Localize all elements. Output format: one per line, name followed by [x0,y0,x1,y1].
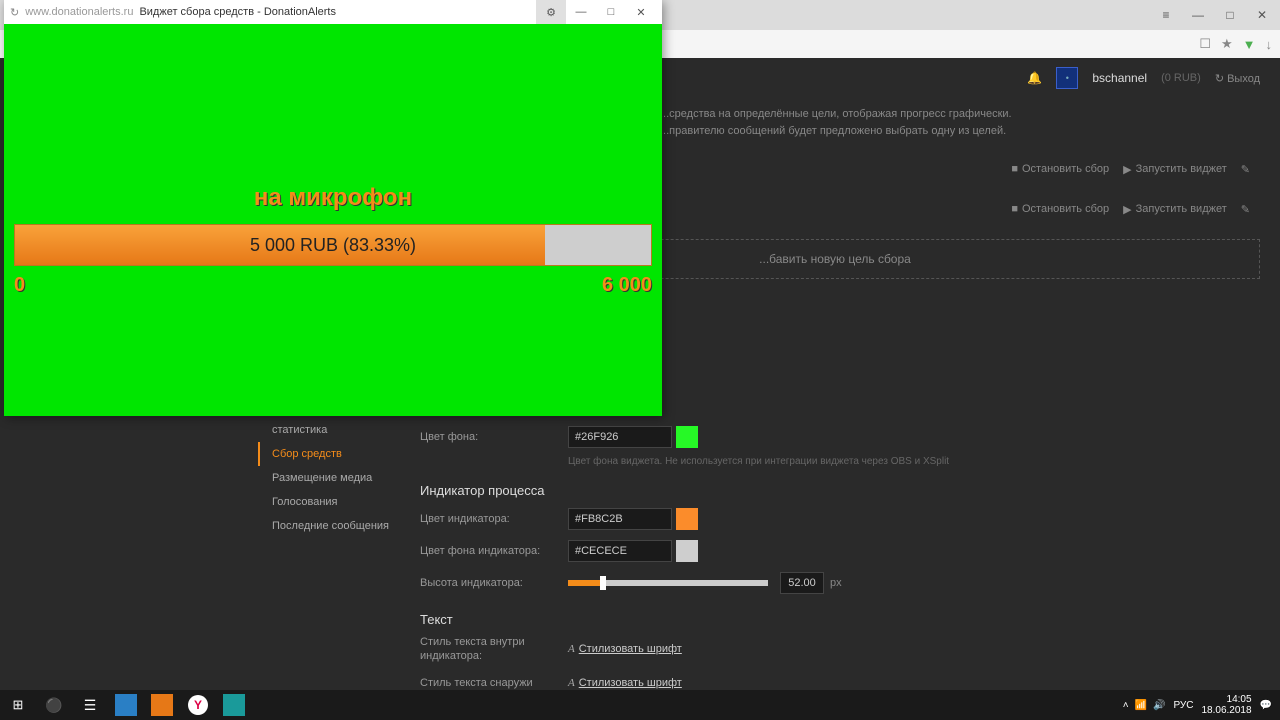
taskbar-app-teal[interactable] [216,690,252,720]
px-label: px [830,577,842,589]
bg-color-hint: Цвет фона виджета. Не используется при и… [568,456,1260,467]
taskbar-app-store[interactable] [108,690,144,720]
indicator-color-label: Цвет индикатора: [420,513,568,525]
sidebar-item-stats[interactable]: статистика [258,418,408,442]
tray-chevron-icon[interactable]: ˄ [1123,700,1129,711]
font-icon: A [568,643,575,655]
task-view-icon[interactable]: ☰ [72,690,108,720]
balance: (0 RUB) [1161,72,1201,84]
popup-minimize-button[interactable]: — [566,0,596,24]
text-outside-label: Стиль текста снаружи [420,677,568,689]
widget-preview-window: ↻ www.donationalerts.ru Виджет сбора сре… [4,0,662,416]
edit-icon[interactable]: ✎ [1241,163,1250,176]
shield-icon[interactable]: ▼ [1243,37,1256,52]
username: bschannel [1092,71,1147,85]
popup-title-text: Виджет сбора средств - DonationAlerts [139,6,336,18]
edit-icon[interactable]: ✎ [1241,203,1250,216]
search-icon[interactable]: ⚫ [36,690,72,720]
text-inside-label: Стиль текста внутри индикатора: [420,635,568,664]
stop-collection-link[interactable]: ■ Остановить сбор [1011,163,1109,175]
bg-color-input[interactable] [568,426,672,448]
style-font-outside-link[interactable]: Стилизовать шрифт [579,677,682,689]
star-icon[interactable]: ★ [1221,36,1233,52]
tray-network-icon[interactable]: 📶 [1135,700,1147,711]
popup-close-button[interactable]: ✕ [626,0,656,24]
start-button[interactable]: ⊞ [0,690,36,720]
indicator-height-slider[interactable] [568,580,768,586]
reload-icon[interactable]: ↻ [10,6,19,19]
font-icon: A [568,677,575,689]
popup-url: www.donationalerts.ru [25,6,133,18]
bell-icon[interactable]: 🔔 [1027,71,1042,85]
launch-widget-link[interactable]: ▶ Запустить виджет [1123,163,1227,176]
widget-settings: Цвет фона: Цвет фона виджета. Не использ… [420,418,1260,702]
maximize-button[interactable]: □ [1216,4,1244,26]
sidebar-item-media[interactable]: Размещение медиа [258,466,408,490]
sidebar-item-fundraising[interactable]: Сбор средств [258,442,408,466]
popup-titlebar[interactable]: ↻ www.donationalerts.ru Виджет сбора сре… [4,0,662,24]
indicator-height-input[interactable] [780,572,824,594]
system-tray[interactable]: ˄ 📶 🔊 [1123,700,1166,711]
taskbar-app-orange[interactable] [144,690,180,720]
sidebar-item-messages[interactable]: Последние сообщения [258,514,408,538]
goal-title: на микрофон [4,184,662,212]
launch-widget-link[interactable]: ▶ Запустить виджет [1123,203,1227,216]
download-icon[interactable]: ↓ [1266,37,1273,52]
bg-color-label: Цвет фона: [420,431,568,443]
text-section-title: Текст [420,612,1260,627]
language-indicator[interactable]: РУС [1173,700,1193,711]
tray-volume-icon[interactable]: 🔊 [1153,700,1165,711]
indicator-bg-input[interactable] [568,540,672,562]
popup-settings-button[interactable]: ⚙ [536,0,566,24]
sidebar-item-polls[interactable]: Голосования [258,490,408,514]
notification-icon[interactable]: 💬 [1260,700,1272,711]
indicator-section-title: Индикатор процесса [420,483,1260,498]
logout-link[interactable]: ↻ Выход [1215,72,1260,85]
indicator-bg-label: Цвет фона индикатора: [420,545,568,557]
bg-color-swatch[interactable] [676,426,698,448]
style-font-inside-link[interactable]: Стилизовать шрифт [579,643,682,655]
avatar[interactable]: • [1056,67,1078,89]
menu-icon[interactable]: ≡ [1152,4,1180,26]
minimize-button[interactable]: — [1184,4,1212,26]
progress-min: 0 [14,274,25,297]
progress-bar: 5 000 RUB (83.33%) [14,224,652,266]
taskbar-app-yandex[interactable]: Y [180,690,216,720]
windows-taskbar: ⊞ ⚫ ☰ Y ˄ 📶 🔊 РУС 14:05 18.06.2018 💬 [0,690,1280,720]
donation-widget: на микрофон 5 000 RUB (83.33%) 0 6 000 [4,24,662,416]
indicator-bg-swatch[interactable] [676,540,698,562]
clock[interactable]: 14:05 18.06.2018 [1201,694,1251,716]
popup-maximize-button[interactable]: □ [596,0,626,24]
extension-icon[interactable]: ☐ [1199,36,1211,52]
indicator-color-input[interactable] [568,508,672,530]
sidebar-nav: статистика Сбор средств Размещение медиа… [258,418,408,538]
progress-text: 5 000 RUB (83.33%) [15,225,651,265]
indicator-color-swatch[interactable] [676,508,698,530]
stop-collection-link[interactable]: ■ Остановить сбор [1011,203,1109,215]
progress-max: 6 000 [602,274,652,297]
close-button[interactable]: ✕ [1248,4,1276,26]
indicator-height-label: Высота индикатора: [420,577,568,589]
